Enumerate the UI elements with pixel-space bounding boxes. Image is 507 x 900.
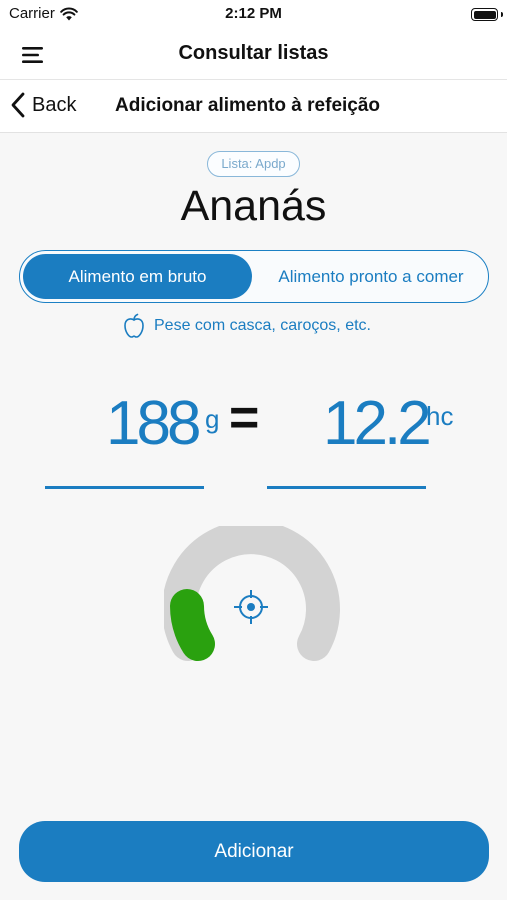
carbs-input-underline [267, 486, 426, 489]
dial-knob[interactable] [170, 589, 215, 661]
apple-icon [124, 313, 144, 338]
status-bar: Carrier 2:12 PM [0, 0, 507, 30]
food-type-toggle: Alimento em bruto Alimento pronto a come… [19, 250, 489, 303]
grams-value[interactable]: 188 [106, 388, 201, 459]
navigation-bar: Back Adicionar alimento à refeição [0, 80, 507, 133]
crosshair-icon [234, 590, 268, 624]
app-header: Consultar listas [0, 30, 507, 80]
hint-text: Pese com casca, caroços, etc. [154, 317, 371, 334]
grams-unit: g [205, 404, 220, 434]
list-badge: Lista: Apdp [207, 151, 300, 177]
equals-sign: = [229, 389, 260, 447]
screen: Carrier 2:12 PM Consultar listas Back Ad… [0, 0, 507, 900]
back-label: Back [32, 93, 77, 116]
grams-input-underline [45, 486, 204, 489]
screen-title: Adicionar alimento à refeição [115, 95, 381, 116]
food-name: Ananás [180, 182, 327, 230]
toggle-option-raw-food[interactable]: Alimento em bruto [23, 254, 252, 299]
page-title: Consultar listas [178, 42, 329, 64]
chevron-left-icon [11, 92, 25, 118]
add-button[interactable]: Adicionar [19, 821, 489, 882]
status-time: 2:12 PM [225, 5, 282, 22]
carbs-unit: hc [426, 401, 454, 431]
back-button[interactable]: Back [10, 92, 76, 118]
weighing-hint: Pese com casca, caroços, etc. [122, 313, 371, 339]
battery-level [473, 10, 496, 19]
weight-dial[interactable] [164, 526, 344, 676]
battery-icon [471, 8, 498, 21]
toggle-option-ready-food[interactable]: Alimento pronto a comer [258, 254, 484, 299]
carbs-value[interactable]: 12.2 [323, 388, 432, 459]
